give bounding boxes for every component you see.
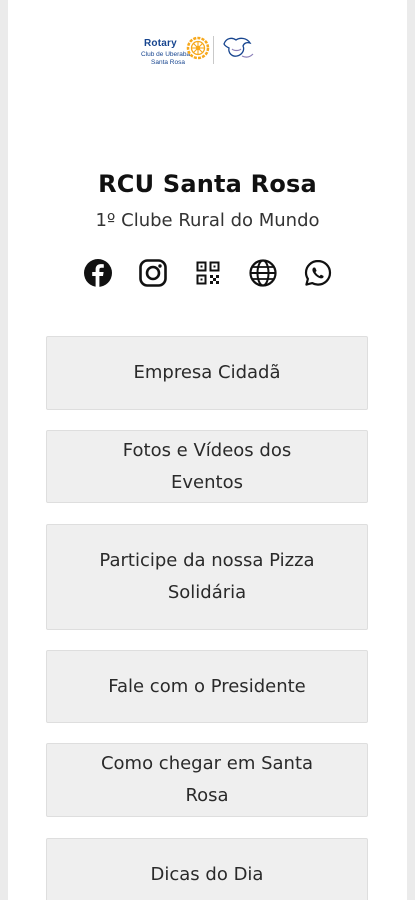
link-button-fotos-videos[interactable]: Fotos e Vídeos dos Eventos [46, 430, 368, 503]
cow-head-icon [223, 37, 254, 58]
rotary-wheel-icon [186, 36, 210, 60]
website-link[interactable] [247, 257, 279, 289]
facebook-link[interactable] [82, 257, 114, 289]
page-subtitle: 1º Clube Rural do Mundo [95, 210, 320, 231]
link-button-como-chegar[interactable]: Como chegar em Santa Rosa [46, 743, 368, 817]
instagram-link[interactable] [137, 257, 169, 289]
logo-brand-text: Rotary [144, 38, 177, 49]
qr-code-icon [196, 261, 219, 285]
whatsapp-link[interactable] [302, 257, 334, 289]
globe-icon [248, 259, 277, 287]
link-page: Rotary Club de Uberaba Santa Rosa RCU Sa… [8, 0, 407, 900]
page-title: RCU Santa Rosa [98, 170, 317, 198]
logo-line-1: Club de Uberaba [141, 51, 191, 58]
qr-code-link[interactable] [192, 257, 224, 289]
link-button-fale-presidente[interactable]: Fale com o Presidente [46, 650, 368, 723]
whatsapp-icon [304, 259, 331, 286]
link-button-dicas-do-dia[interactable]: Dicas do Dia [46, 838, 368, 900]
club-logo: Rotary Club de Uberaba Santa Rosa [138, 36, 288, 80]
link-button-pizza-solidaria[interactable]: Participe da nossa Pizza Solidária [46, 524, 368, 630]
link-button-empresa-cidada[interactable]: Empresa Cidadã [46, 336, 368, 410]
social-links [8, 257, 407, 289]
instagram-icon [138, 259, 167, 287]
logo-divider [213, 36, 214, 64]
logo-line-2: Santa Rosa [151, 59, 185, 66]
facebook-icon [83, 259, 112, 287]
